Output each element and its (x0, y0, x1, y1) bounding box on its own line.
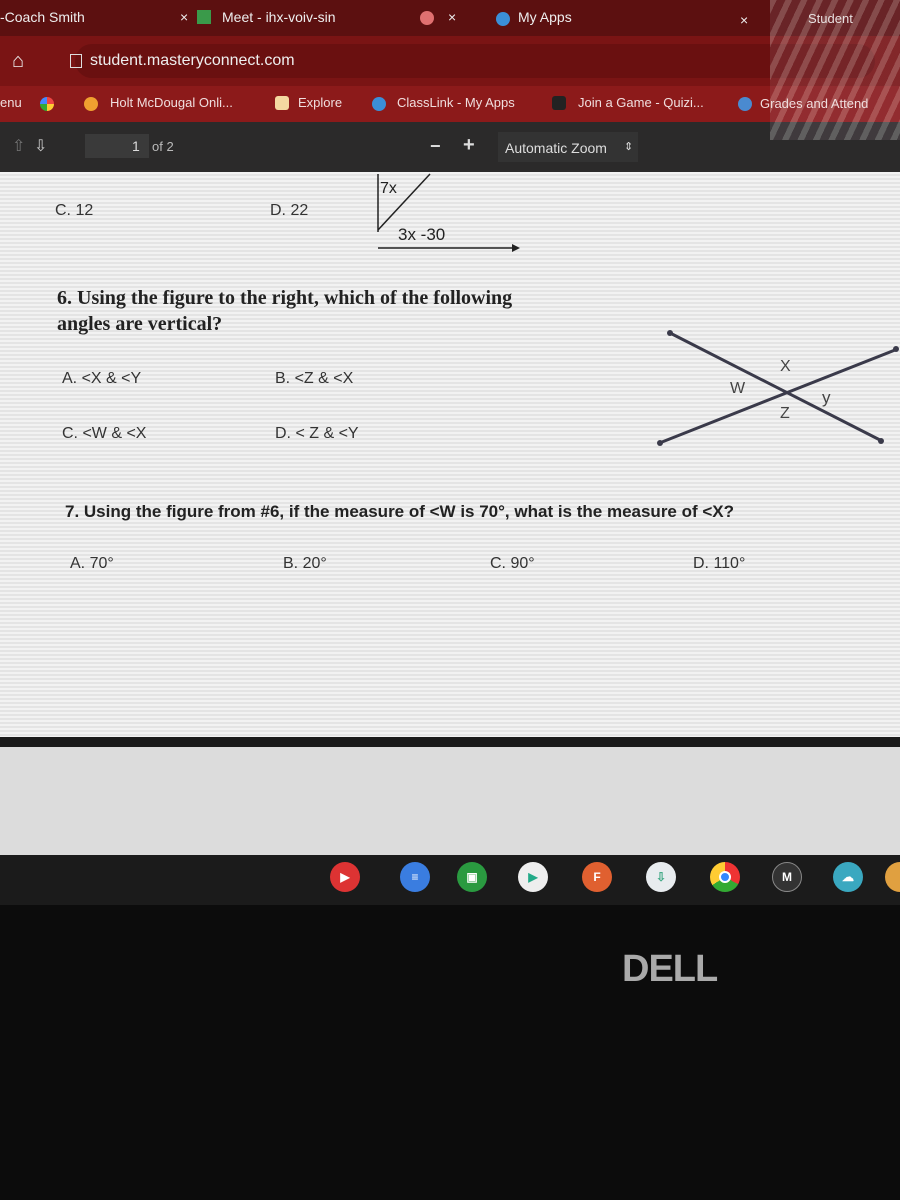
page-separator (0, 737, 900, 747)
select-arrows-icon: ⇕ (624, 141, 634, 153)
docs-icon[interactable]: ≡ (400, 862, 430, 892)
holt-icon (84, 97, 98, 111)
home-icon[interactable]: ⌂ (12, 50, 24, 73)
page-2-area (0, 747, 900, 855)
page-icon (70, 54, 82, 68)
q7-choice-a: A. 70° (70, 555, 114, 572)
m-app-icon[interactable]: M (772, 862, 802, 892)
zoom-select-value: Automatic Zoom (505, 140, 607, 156)
classlink-icon (496, 12, 510, 26)
tab-coach-smith[interactable]: -Coach Smith (0, 9, 85, 25)
angle-label-x: X (780, 358, 791, 375)
bookmark-holt[interactable]: Holt McDougal Onli... (110, 95, 233, 110)
app-icon[interactable]: ⇩ (646, 862, 676, 892)
angle-label-y: y (822, 388, 831, 407)
bookmark-grades[interactable]: Grades and Attend (760, 96, 868, 111)
tab-close-icon[interactable]: × (180, 9, 188, 25)
photos-icon (40, 97, 54, 111)
zoom-out-button[interactable]: − (430, 136, 441, 157)
bookmark-explore[interactable]: Explore (298, 95, 342, 110)
chrome-icon[interactable] (710, 862, 740, 892)
angle-label-z: Z (780, 405, 790, 422)
sis-icon (738, 97, 752, 111)
tab-student[interactable]: Student (808, 11, 853, 26)
meet-icon (197, 10, 211, 24)
classlink-icon (372, 97, 386, 111)
url-text[interactable]: student.masteryconnect.com (90, 52, 295, 70)
flipgrid-icon[interactable]: F (582, 862, 612, 892)
prev-choice-c: C. 12 (55, 202, 94, 219)
cloud-app-icon[interactable]: ☁ (833, 862, 863, 892)
angle-label-w: W (730, 380, 746, 397)
tab-close-icon[interactable]: × (740, 12, 748, 28)
next-page-icon[interactable]: ⇩ (34, 136, 47, 156)
q7-choice-c: C. 90° (490, 555, 535, 572)
bookmark-quizizz[interactable]: Join a Game - Quizi... (578, 95, 704, 110)
chromeos-shelf (0, 855, 900, 905)
question-7: 7. Using the figure from #6, if the meas… (65, 502, 735, 521)
q6-choice-a: A. <X & <Y (62, 370, 142, 387)
page-number: 1 (132, 138, 140, 154)
question-6-line1: 6. Using the figure to the right, which … (57, 287, 513, 309)
q6-choice-c: C. <W & <X (62, 425, 147, 442)
recording-icon (420, 11, 434, 25)
question-6-line2: angles are vertical? (57, 313, 223, 335)
youtube-icon[interactable]: ▶ (330, 862, 360, 892)
explore-icon (275, 96, 289, 110)
intersecting-lines-figure (661, 332, 896, 444)
question-6: 6. Using the figure to the right, which … (57, 285, 512, 337)
tab-close-icon[interactable]: × (448, 9, 456, 25)
fig-label-7x: 7x (380, 180, 397, 197)
previous-page-icon[interactable]: ⇧ (12, 136, 25, 156)
q7-choice-b: B. 20° (283, 555, 327, 572)
tab-my-apps[interactable]: My Apps (518, 9, 572, 25)
q6-choice-d: D. < Z & <Y (275, 425, 359, 442)
classroom-icon[interactable]: ▣ (457, 862, 487, 892)
quizizz-icon (552, 96, 566, 110)
q6-choice-b: B. <Z & <X (275, 370, 354, 387)
tab-meet[interactable]: Meet - ihx-voiv-sin (222, 9, 336, 25)
page-total: of 2 (152, 139, 174, 154)
q7-choice-d: D. 110° (693, 555, 746, 572)
figures (377, 173, 899, 446)
dell-logo: DELL (622, 948, 718, 990)
play-store-icon[interactable]: ▶ (518, 862, 548, 892)
prev-choice-d: D. 22 (270, 202, 309, 219)
bookmark-classlink[interactable]: ClassLink - My Apps (397, 95, 515, 110)
fig-label-3x-30: 3x -30 (398, 225, 446, 244)
bookmark-menu[interactable]: enu (0, 95, 22, 110)
zoom-in-button[interactable]: + (463, 134, 475, 157)
